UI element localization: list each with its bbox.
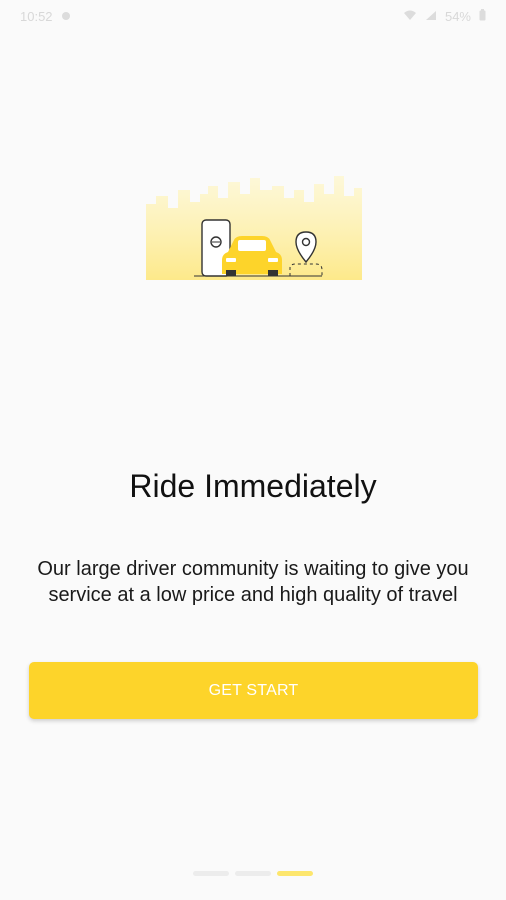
- wifi-icon: [403, 9, 417, 24]
- status-left: 10:52: [20, 9, 71, 24]
- onboarding-title: Ride Immediately: [129, 468, 377, 504]
- onboarding-description: Our large driver community is waiting to…: [37, 558, 469, 606]
- get-start-button[interactable]: GET START: [29, 662, 478, 719]
- status-bar: 10:52 54%: [0, 0, 506, 32]
- signal-icon: [425, 9, 437, 24]
- battery-icon: [479, 8, 486, 24]
- page-indicator-dot-2[interactable]: [235, 871, 271, 876]
- page-indicator-dot-1[interactable]: [193, 871, 229, 876]
- notification-icon: [61, 9, 71, 24]
- page-indicator: [0, 871, 506, 876]
- page-indicator-dot-3[interactable]: [277, 871, 313, 876]
- taxi-city-illustration: [146, 176, 362, 280]
- onboarding-screen: 10:52 54% Ride Immediately Our large dri…: [0, 0, 506, 900]
- status-right: 54%: [403, 8, 486, 24]
- status-time: 10:52: [20, 8, 53, 24]
- battery-level: 54%: [444, 8, 471, 24]
